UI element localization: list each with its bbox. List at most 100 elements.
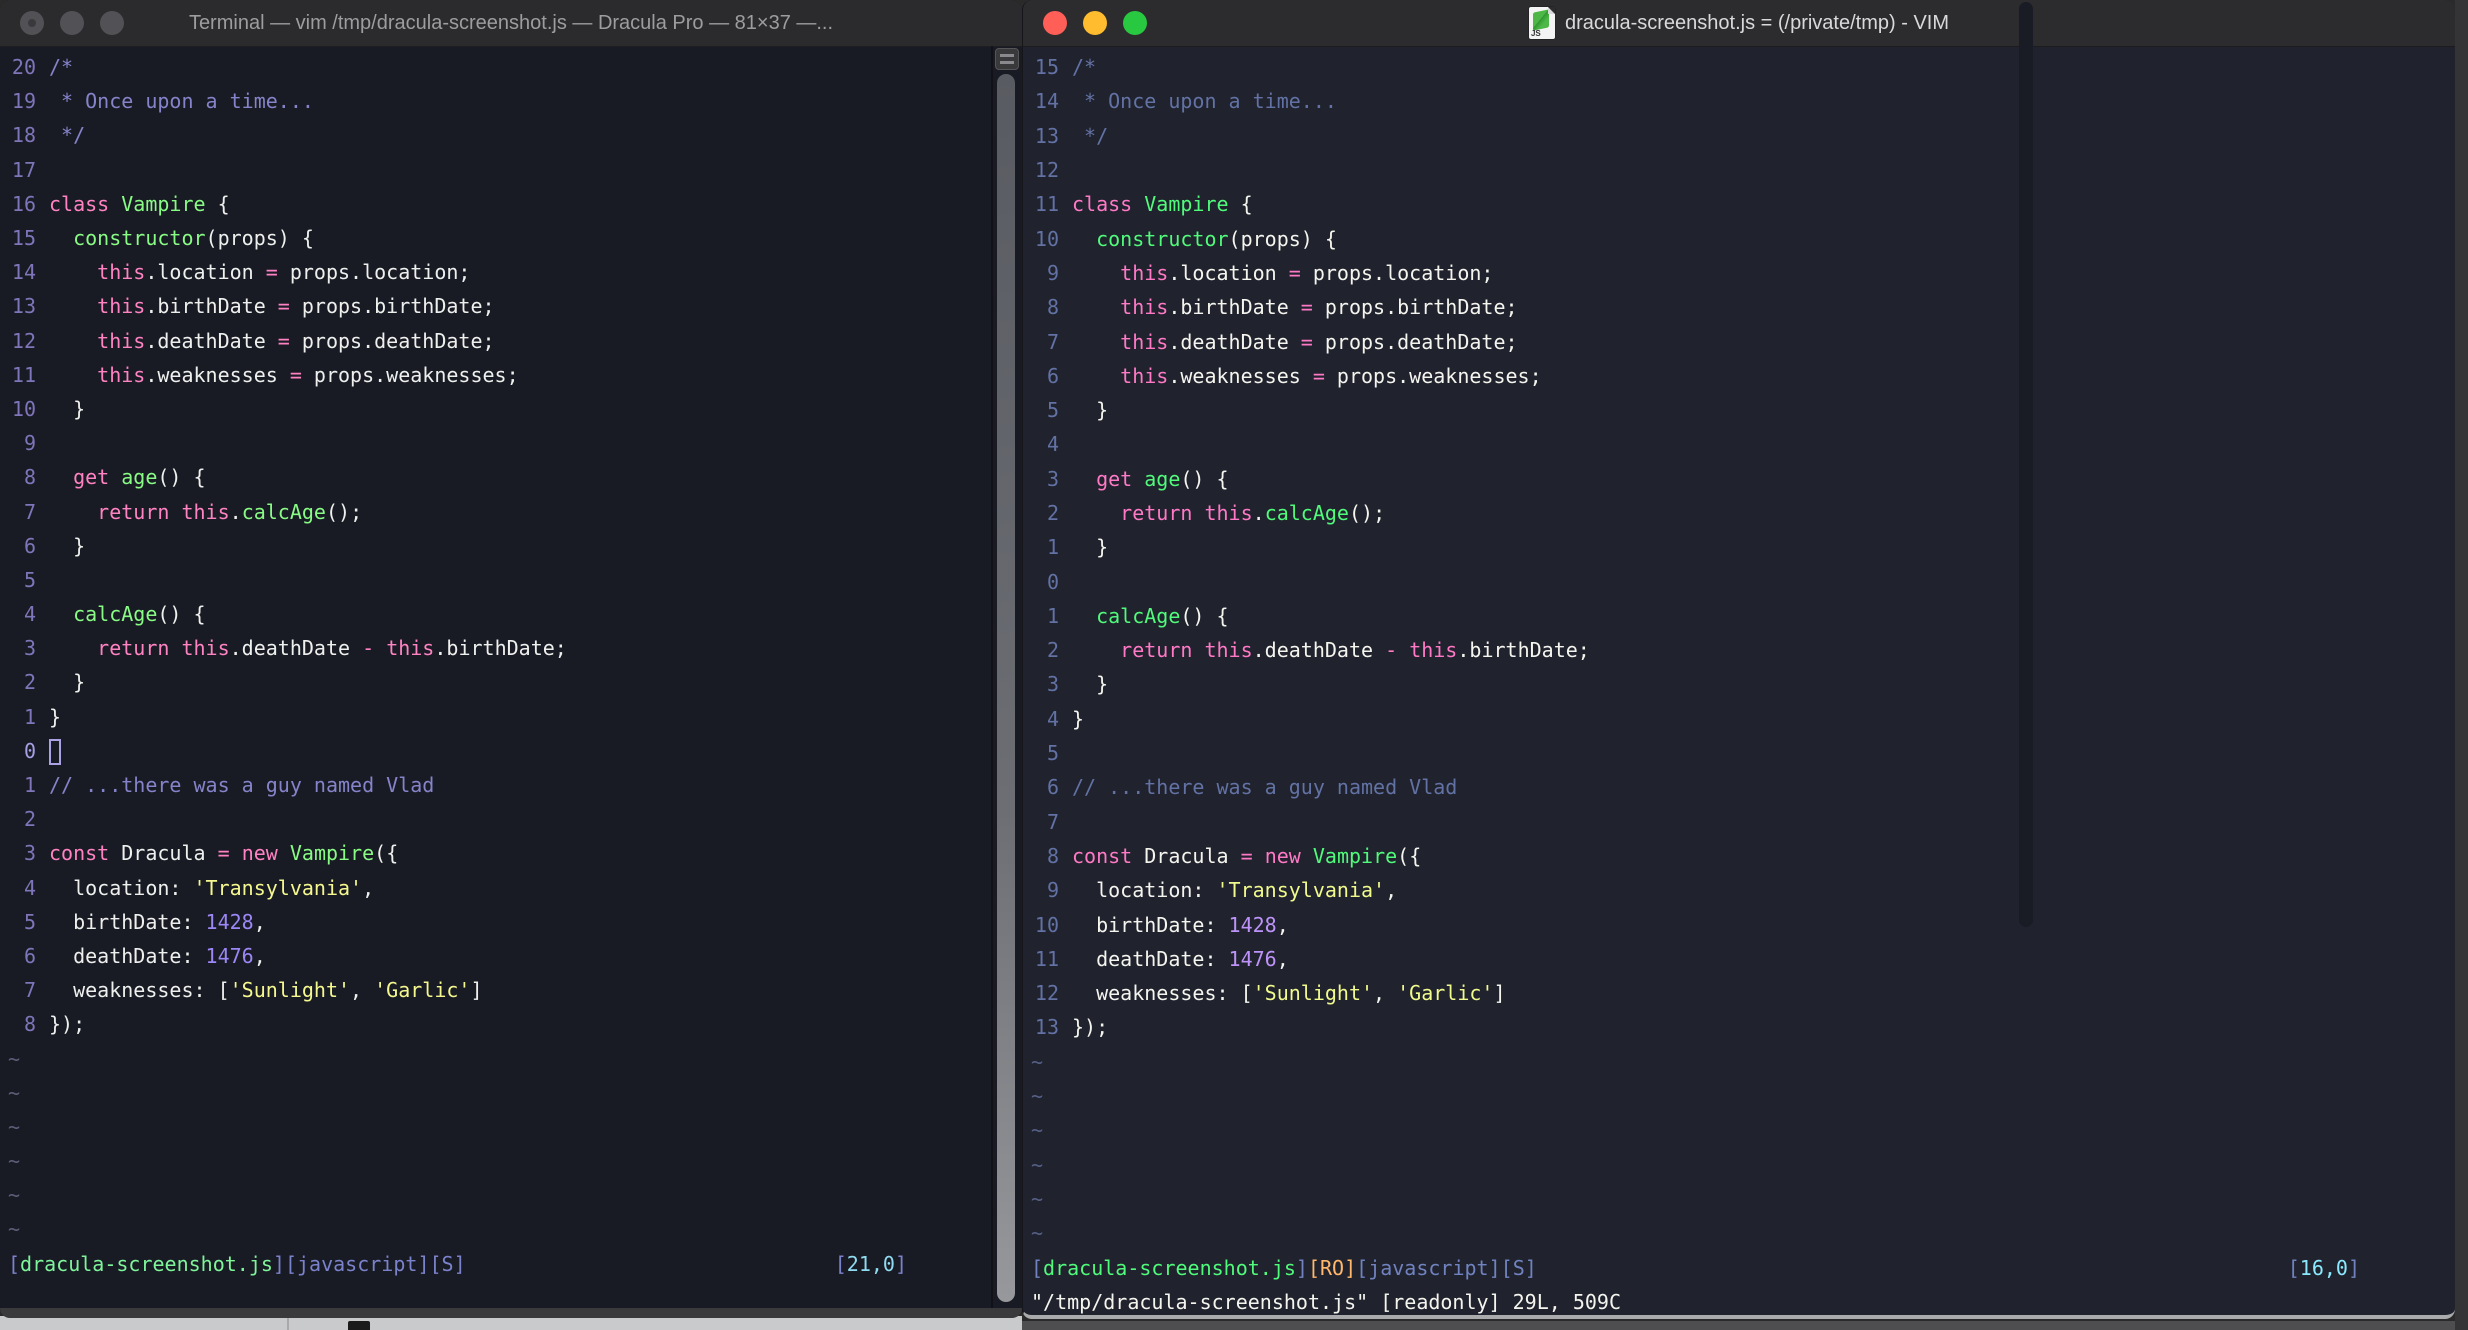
line-number: 1 (23, 704, 36, 729)
line-number: 6 (23, 533, 36, 558)
code-text: birthDate: 1428, (49, 905, 266, 939)
macvim-scrollbar-overlay[interactable] (2019, 2, 2033, 927)
code-text: calcAge() { (49, 597, 205, 631)
text-segment: , (350, 978, 375, 1003)
text-segment: const (1072, 843, 1133, 868)
code-text: return this.calcAge(); (1072, 496, 1385, 530)
text-segment (49, 465, 73, 489)
text-segment: Dracula (1132, 843, 1241, 868)
line-number: 11 (1034, 192, 1059, 217)
terminal-titlebar[interactable]: Terminal — vim /tmp/dracula-screenshot.j… (0, 0, 1022, 47)
tilde-marker: ~ (8, 1046, 21, 1071)
text-segment: deathDate: (1072, 946, 1229, 971)
text-segment: new (241, 841, 278, 866)
minimize-button-inactive-icon[interactable] (60, 11, 84, 35)
code-row: 15 /* (1023, 50, 2455, 84)
text-segment: */ (1072, 123, 1109, 148)
text-segment: return (97, 499, 170, 524)
text-segment: 1428 (1228, 912, 1277, 937)
text-segment: this (181, 499, 230, 524)
code-text: this.deathDate = props.deathDate; (1072, 325, 1517, 359)
zoom-button-icon[interactable] (1123, 11, 1147, 35)
text-segment: { (205, 191, 230, 216)
line-number: 19 (11, 89, 36, 114)
text-segment: .deathDate (1252, 638, 1386, 663)
text-segment: , (253, 909, 266, 934)
text-segment: .location (1168, 260, 1289, 285)
terminal-scrollbar-thumb[interactable] (997, 74, 1015, 1302)
text-segment (109, 465, 121, 489)
code-row: 13 */ (1023, 119, 2455, 153)
text-segment: 1476 (205, 943, 254, 968)
text-segment: - (362, 636, 375, 661)
line-number: 1 (1046, 535, 1059, 560)
text-segment: get (1096, 466, 1133, 491)
text-segment: this (97, 328, 146, 353)
text-segment: props.location; (1300, 260, 1494, 285)
code-row: 7 weaknesses: ['Sunlight', 'Garlic'] (0, 973, 1022, 1007)
line-number: 4 (1046, 432, 1059, 457)
code-row: 4 (1023, 427, 2455, 461)
code-text: deathDate: 1476, (1072, 942, 1289, 976)
code-text: // ...there was a guy named Vlad (1072, 770, 1457, 804)
line-number: 2 (1046, 638, 1059, 663)
minimize-button-icon[interactable] (1083, 11, 1107, 35)
line-number: 9 (1046, 878, 1059, 903)
text-segment (1132, 467, 1144, 491)
text-segment: (props) { (1228, 226, 1337, 251)
macvim-vim-buffer[interactable]: 15/* 14 * Once upon a time... 13 */12 11 cla… (1023, 47, 2455, 1315)
macvim-titlebar[interactable]: JS dracula-screenshot.js = (/private/tmp… (1023, 0, 2455, 47)
text-segment: deathDate: (49, 943, 206, 968)
line-number: 6 (23, 943, 36, 968)
code-text: */ (49, 118, 85, 152)
text-segment: = (277, 294, 290, 319)
text-segment: - (1385, 638, 1398, 663)
text-segment: Dracula (109, 841, 218, 866)
text-segment: calcAge (1096, 603, 1181, 628)
text-segment (109, 192, 121, 216)
text-segment: } (1072, 535, 1109, 560)
text-segment: } (1072, 706, 1085, 731)
close-button-inactive-icon[interactable] (20, 11, 44, 35)
code-text: this.weaknesses = props.weaknesses; (49, 358, 518, 392)
pane-splitter-button[interactable] (995, 48, 1019, 70)
code-row: 15 constructor(props) { (0, 221, 1022, 255)
line-number: 2 (1046, 501, 1059, 525)
code-row: 1 } (1023, 530, 2455, 564)
text-segment: return (97, 636, 170, 661)
code-text: * Once upon a time... (1072, 84, 1337, 118)
text-segment: birthDate: (49, 909, 206, 934)
code-row: 6 } (0, 529, 1022, 563)
zoom-button-inactive-icon[interactable] (100, 11, 124, 35)
text-segment: (props) { (205, 226, 314, 251)
text-segment (1072, 295, 1120, 319)
text-segment: */ (49, 123, 86, 148)
line-number: 8 (1046, 843, 1059, 868)
text-segment (49, 363, 97, 387)
text-segment (1072, 261, 1120, 285)
traffic-lights (1043, 11, 1147, 35)
text-segment: (); (325, 499, 363, 524)
code-text: } (49, 665, 85, 699)
text-segment: 1428 (205, 909, 254, 934)
text-segment (1132, 192, 1144, 216)
line-number: 17 (11, 157, 36, 182)
text-segment (1072, 638, 1120, 662)
text-segment: * Once upon a time... (1072, 89, 1337, 114)
code-text: constructor(props) { (1072, 222, 1337, 256)
line-number: 1 (23, 773, 36, 798)
text-segment: [ (2287, 1255, 2300, 1280)
line-number: 6 (1046, 775, 1059, 800)
tilde-marker: ~ (1031, 1221, 1044, 1246)
tilde-marker: ~ (8, 1114, 21, 1139)
text-segment (169, 500, 181, 524)
text-segment: .deathDate (145, 328, 278, 353)
text-segment: age (121, 465, 158, 490)
text-segment: 'Sunlight' (1252, 981, 1374, 1006)
terminal-vim-buffer[interactable]: 20/* 19 * Once upon a time... 18 */17 16 cla… (0, 46, 1022, 1308)
code-text: this.deathDate = props.deathDate; (49, 324, 494, 358)
text-segment: ({ (1397, 843, 1422, 868)
text-segment: get (73, 465, 110, 490)
close-button-icon[interactable] (1043, 11, 1067, 35)
text-segment: 16,0 (2299, 1255, 2348, 1280)
